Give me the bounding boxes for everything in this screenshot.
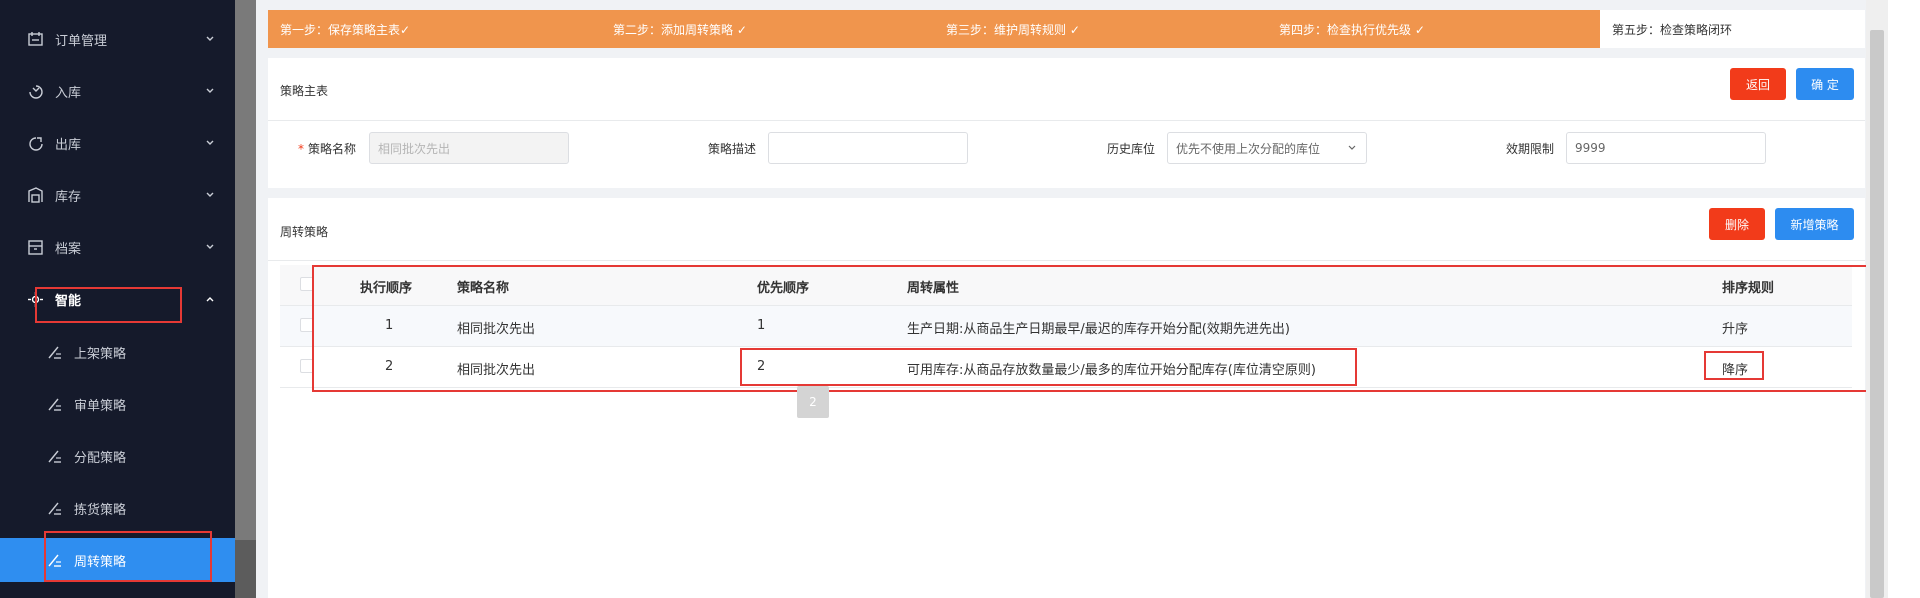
row-divider [280, 387, 1852, 388]
cell-order: 2 [385, 359, 394, 374]
cell-attribute: 生产日期:从商品生产日期最早/最迟的库存开始分配(效期先进先出) [907, 322, 1290, 337]
master-title: 策略主表 [280, 84, 329, 98]
strategy-name-input[interactable]: 相同批次先出 [369, 132, 569, 164]
sidebar-item-label: 周转策略 [74, 554, 127, 570]
inventory-icon [28, 187, 43, 203]
strategy-icon [48, 398, 61, 411]
step-4: 第四步：检查执行优先级 ✓ [1267, 10, 1600, 48]
chevron-down-icon [206, 36, 214, 41]
column-header: 周转属性 [907, 281, 960, 296]
sidebar-scrollbar-thumb[interactable] [235, 0, 256, 540]
sidebar-subitem-allocation[interactable]: 分配策略 [0, 438, 235, 474]
table-header-row: 执行顺序 策略名称 优先顺序 周转属性 排序规则 [280, 265, 1852, 305]
add-strategy-button[interactable]: 新增策略 [1775, 208, 1854, 240]
chevron-up-icon [206, 297, 214, 302]
sidebar-item-archive[interactable]: 档案 [0, 229, 235, 265]
drag-tooltip: 2 [797, 386, 829, 418]
sidebar-item-label: 入库 [55, 85, 82, 101]
expiry-limit-input[interactable]: 9999 [1566, 132, 1766, 164]
sidebar-item-inbound[interactable]: 入库 [0, 73, 235, 109]
chevron-down-icon [206, 244, 214, 249]
right-margin [1888, 0, 1920, 598]
sidebar-item-label: 上架策略 [74, 346, 127, 362]
sidebar-item-inventory[interactable]: 库存 [0, 177, 235, 213]
table-row[interactable]: 1 相同批次先出 1 生产日期:从商品生产日期最早/最迟的库存开始分配(效期先进… [280, 306, 1852, 346]
sidebar-item-outbound[interactable]: 出库 [0, 125, 235, 161]
strategy-icon [48, 450, 61, 463]
sidebar-item-label: 审单策略 [74, 398, 127, 414]
row-checkbox[interactable] [300, 359, 314, 373]
sidebar-item-smart[interactable]: 智能 [0, 281, 235, 317]
outbound-icon [29, 137, 43, 151]
sidebar-item-orders[interactable]: 订单管理 [0, 21, 235, 57]
sidebar-item-label: 智能 [55, 293, 82, 309]
column-header: 执行顺序 [360, 281, 413, 296]
sidebar-item-label: 拣货策略 [74, 502, 127, 518]
turnover-title: 周转策略 [280, 225, 329, 239]
cell-sort: 降序 [1722, 363, 1749, 378]
order-icon [28, 32, 43, 46]
cell-attribute: 可用库存:从商品存放数量最少/最多的库位开始分配库存(库位清空原则) [907, 363, 1316, 378]
main-scrollbar-thumb[interactable] [1870, 30, 1884, 598]
master-divider [268, 120, 1865, 121]
sidebar-subitem-picking[interactable]: 拣货策略 [0, 490, 235, 526]
smart-icon [28, 292, 43, 307]
sidebar-subitem-review[interactable]: 审单策略 [0, 386, 235, 422]
cell-order: 1 [385, 318, 394, 333]
sidebar-item-label: 库存 [55, 189, 82, 205]
archive-icon [28, 240, 43, 255]
cell-sort: 升序 [1722, 322, 1749, 337]
row-checkbox[interactable] [300, 318, 314, 332]
select-all-checkbox[interactable] [300, 277, 314, 291]
sidebar-subitem-putaway[interactable]: 上架策略 [0, 334, 235, 370]
sidebar-item-label: 订单管理 [55, 33, 108, 49]
strategy-desc-input[interactable] [768, 132, 968, 164]
chevron-down-icon [206, 192, 214, 197]
column-header: 优先顺序 [757, 281, 810, 296]
strategy-icon [48, 554, 61, 567]
turnover-divider [268, 260, 1865, 261]
cell-name: 相同批次先出 [457, 363, 536, 378]
turnover-panel [268, 198, 1865, 598]
delete-button[interactable]: 删除 [1709, 208, 1765, 240]
sidebar-item-label: 分配策略 [74, 450, 127, 466]
step-5: 第五步：检查策略闭环 [1600, 10, 1865, 48]
chevron-down-icon [206, 140, 214, 145]
step-2: 第二步：添加周转策略 ✓ [601, 10, 934, 48]
history-location-label: 历史库位 [1107, 142, 1156, 156]
cell-priority: 1 [757, 318, 766, 333]
cell-name: 相同批次先出 [457, 322, 536, 337]
column-header: 排序规则 [1722, 281, 1775, 296]
strategy-icon [48, 346, 61, 359]
chevron-down-icon [206, 88, 214, 93]
cell-priority: 2 [757, 359, 766, 374]
back-button[interactable]: 返回 [1730, 68, 1786, 100]
sidebar-item-label: 档案 [55, 241, 82, 257]
step-3: 第三步：维护周转规则 ✓ [934, 10, 1267, 48]
master-panel [268, 58, 1865, 188]
history-location-value: 优先不使用上次分配的库位 [1176, 141, 1321, 156]
expiry-limit-label: 效期限制 [1506, 142, 1555, 156]
step-1: 第一步：保存策略主表✓ [268, 10, 601, 48]
history-location-select[interactable]: 优先不使用上次分配的库位 [1167, 132, 1367, 164]
table-row[interactable]: 2 相同批次先出 2 可用库存:从商品存放数量最少/最多的库位开始分配库存(库位… [280, 347, 1852, 387]
chevron-down-icon [1348, 145, 1356, 150]
steps-bar: 第一步：保存策略主表✓ 第二步：添加周转策略 ✓ 第三步：维护周转规则 ✓ 第四… [268, 10, 1865, 48]
sidebar-subitem-turnover[interactable]: 周转策略 [0, 538, 235, 582]
strategy-name-label: * 策略名称 [298, 142, 357, 156]
column-header: 策略名称 [457, 281, 510, 296]
strategy-icon [48, 502, 61, 515]
sidebar-item-label: 出库 [55, 137, 82, 153]
confirm-button[interactable]: 确 定 [1796, 68, 1854, 100]
strategy-desc-label: 策略描述 [708, 142, 757, 156]
inbound-icon [29, 85, 43, 99]
